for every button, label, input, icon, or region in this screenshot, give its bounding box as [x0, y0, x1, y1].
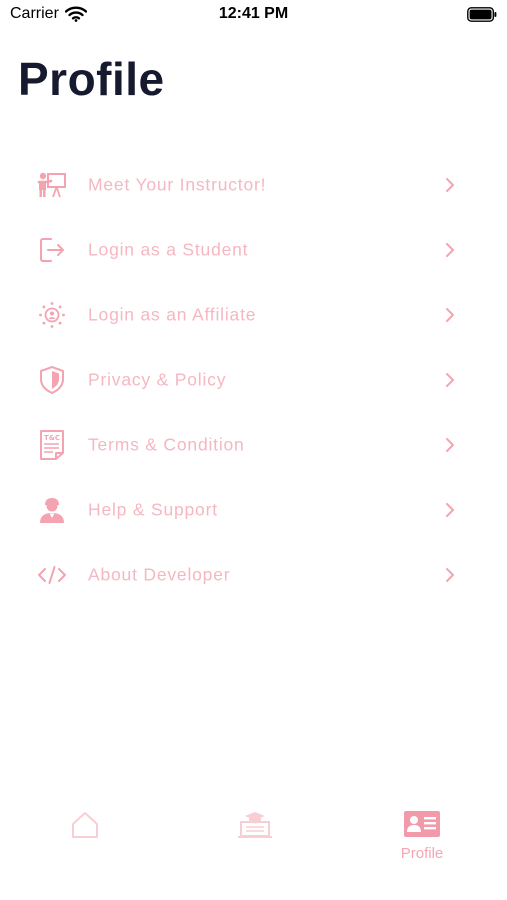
battery-icon	[467, 7, 497, 22]
menu-item-login-student[interactable]: Login as a Student	[0, 217, 507, 282]
chevron-right-icon	[444, 372, 456, 388]
profile-screen: Carrier 12:41 PM Profile Meet Your Instr…	[0, 0, 507, 900]
shield-icon	[37, 365, 67, 395]
menu-item-label: Help & Support	[88, 499, 218, 519]
chevron-right-icon	[444, 437, 456, 453]
tab-profile[interactable]: Profile	[386, 810, 458, 880]
menu-item-label: Privacy & Policy	[88, 369, 227, 389]
profile-menu: Meet Your Instructor! Login as a Student	[0, 152, 507, 607]
profile-card-icon	[403, 810, 441, 843]
instructor-icon	[37, 170, 67, 200]
login-icon	[37, 235, 67, 265]
chevron-right-icon	[444, 307, 456, 323]
chevron-right-icon	[444, 502, 456, 518]
page-title: Profile	[18, 53, 165, 105]
menu-item-login-affiliate[interactable]: Login as an Affiliate	[0, 282, 507, 347]
menu-item-label: Login as an Affiliate	[88, 304, 257, 324]
menu-item-label: Terms & Condition	[88, 434, 245, 454]
tab-courses[interactable]	[230, 810, 280, 880]
menu-item-label: Login as a Student	[88, 239, 249, 259]
tab-bar: Profile	[0, 810, 507, 900]
home-icon	[70, 810, 100, 845]
chevron-right-icon	[444, 242, 456, 258]
courses-icon	[237, 810, 273, 845]
menu-item-privacy-policy[interactable]: Privacy & Policy	[0, 347, 507, 412]
menu-item-help-support[interactable]: Help & Support	[0, 477, 507, 542]
affiliate-icon	[37, 300, 67, 330]
chevron-right-icon	[444, 177, 456, 193]
svg-text:T&C: T&C	[44, 434, 60, 442]
menu-item-meet-instructor[interactable]: Meet Your Instructor!	[0, 152, 507, 217]
terms-document-icon: T&C	[37, 429, 67, 460]
code-icon	[37, 560, 67, 590]
support-agent-icon	[37, 495, 67, 525]
menu-item-label: About Developer	[88, 564, 231, 584]
tab-home[interactable]	[60, 810, 110, 880]
menu-item-about-developer[interactable]: About Developer	[0, 542, 507, 607]
menu-item-terms-condition[interactable]: T&C Terms & Condition	[0, 412, 507, 477]
status-bar: Carrier 12:41 PM	[0, 0, 507, 30]
tab-label: Profile	[400, 845, 444, 862]
chevron-right-icon	[444, 567, 456, 583]
status-time: 12:41 PM	[218, 5, 289, 22]
menu-item-label: Meet Your Instructor!	[88, 174, 267, 194]
